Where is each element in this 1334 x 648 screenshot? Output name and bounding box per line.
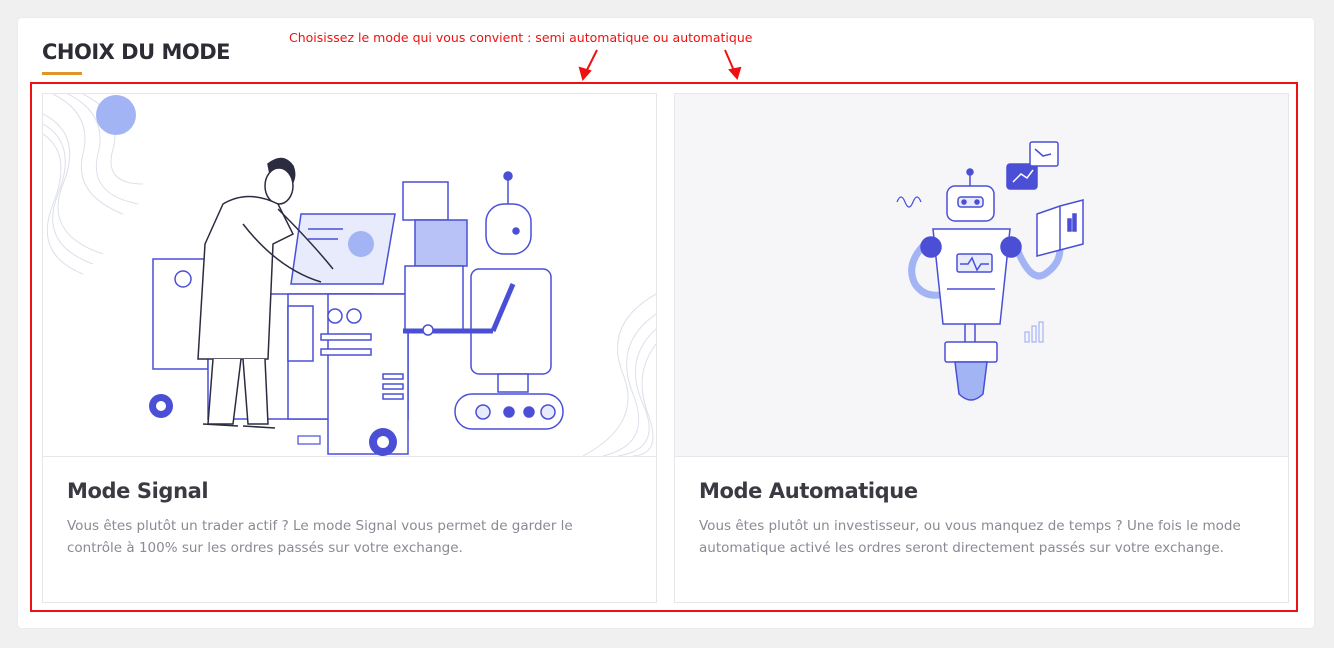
robot-trading-illustration — [675, 94, 1288, 457]
mode-signal-description: Vous êtes plutôt un trader actif ? Le mo… — [67, 518, 573, 556]
mode-signal-card[interactable]: Mode Signal Vous êtes plutôt un trader a… — [42, 93, 657, 603]
annotation-text: Choisissez le mode qui vous convient : s… — [289, 30, 753, 45]
title-underline — [42, 72, 82, 75]
mode-automatique-title: Mode Automatique — [699, 479, 918, 503]
mode-automatique-card[interactable]: Mode Automatique Vous êtes plutôt un inv… — [674, 93, 1289, 603]
mode-automatique-description: Vous êtes plutôt un investisseur, ou vou… — [699, 518, 1241, 556]
section-title: CHOIX DU MODE — [42, 40, 230, 64]
mode-signal-title: Mode Signal — [67, 479, 209, 503]
scientist-robot-illustration — [43, 94, 656, 457]
